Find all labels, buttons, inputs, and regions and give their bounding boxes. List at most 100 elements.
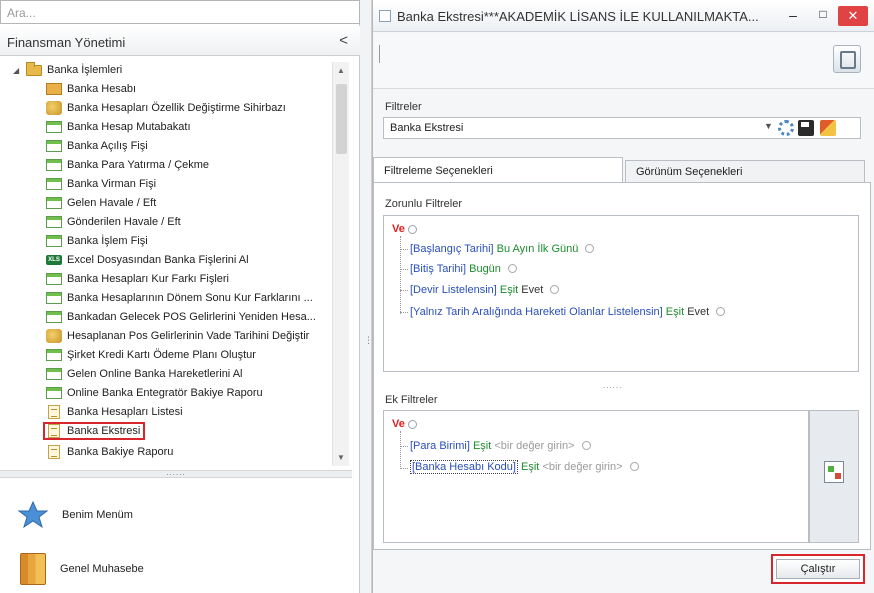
window-icon — [379, 10, 391, 22]
scroll-down-icon[interactable]: ▼ — [337, 453, 345, 462]
tree-item[interactable]: Bankadan Gelecek POS Gelirlerini Yeniden… — [46, 308, 316, 326]
filter-splitter[interactable]: ...... — [603, 381, 622, 390]
condition-row[interactable]: [Banka Hesabı Kodu] Eşit <bir değer giri… — [410, 460, 639, 474]
expand-arrow-icon[interactable]: ◢ — [13, 66, 19, 75]
account-icon — [46, 83, 62, 95]
extra-filter-editor[interactable]: Ve [Para Birimi] Eşit <bir değer girin> … — [383, 410, 809, 543]
tree-item[interactable]: Gelen Online Banka Hareketlerini Al — [46, 365, 242, 383]
toolbar-grip — [379, 45, 380, 63]
form-icon — [46, 349, 62, 361]
remove-condition-icon[interactable] — [550, 285, 560, 294]
tree-item[interactable]: Hesaplanan Pos Gelirlerinin Vade Tarihin… — [46, 327, 309, 345]
section-header[interactable]: Finansman Yönetimi < — [0, 26, 360, 56]
menu-benim-menum[interactable]: Benim Menüm — [0, 493, 352, 537]
mandatory-filters-label: Zorunlu Filtreler — [385, 198, 463, 210]
scroll-thumb[interactable] — [336, 84, 347, 154]
ve-operator[interactable]: Ve — [392, 223, 405, 235]
checklist-icon[interactable] — [824, 461, 844, 483]
tree-item[interactable]: Gönderilen Havale / Eft — [46, 213, 181, 231]
tree-item[interactable]: Şirket Kredi Kartı Ödeme Planı Oluştur — [46, 346, 256, 364]
tree-item[interactable]: Banka Hesapları Listesi — [46, 403, 183, 421]
run-button[interactable]: Çalıştır — [776, 559, 860, 579]
navigation-panel: Ara... Finansman Yönetimi < ◢ Banka İşle… — [0, 0, 360, 593]
scroll-up-icon[interactable]: ▲ — [337, 66, 345, 75]
tree-item[interactable]: Banka İşlem Fişi — [46, 232, 148, 250]
tree-item[interactable]: Banka Hesap Mutabakatı — [46, 118, 191, 136]
tree-item[interactable]: Banka Hesaplarının Dönem Sonu Kur Farkla… — [46, 289, 313, 307]
form-icon — [46, 273, 62, 285]
tree-item[interactable]: Online Banka Entegratör Bakiye Raporu — [46, 384, 263, 402]
condition-row[interactable]: [Başlangıç Tarihi] Bu Ayın İlk Günü — [410, 243, 595, 255]
window-title: Banka Ekstresi***AKADEMİK LİSANS İLE KUL… — [397, 9, 759, 24]
close-button[interactable]: ✕ — [838, 6, 868, 26]
maximize-button[interactable]: □ — [814, 7, 832, 25]
tree-scrollbar[interactable]: ▲ ▼ — [332, 62, 349, 466]
panel-splitter[interactable]: ...... — [0, 469, 352, 478]
menu-tree: ◢ Banka İşlemleri Banka Hesabı Banka Hes… — [0, 58, 352, 468]
condition-row[interactable]: [Devir Listelensin] Eşit Evet — [410, 284, 560, 296]
remove-condition-icon[interactable] — [585, 244, 595, 253]
condition-row[interactable]: [Bitiş Tarihi] Bugün — [410, 263, 517, 275]
window-toolbar — [373, 33, 874, 89]
tree-item[interactable]: Banka Hesapları Özellik Değiştirme Sihir… — [46, 99, 286, 117]
report-window: Banka Ekstresi***AKADEMİK LİSANS İLE KUL… — [372, 0, 874, 593]
gear-icon[interactable] — [778, 120, 794, 136]
extra-filters-label: Ek Filtreler — [385, 394, 438, 406]
tree-root-banka-islemleri[interactable]: Banka İşlemleri — [26, 61, 122, 79]
form-icon — [46, 159, 62, 171]
form-icon — [46, 197, 62, 209]
filters-label: Filtreler — [385, 101, 422, 113]
list-icon — [48, 445, 60, 459]
filter-select[interactable]: Banka Ekstresi ▼ — [383, 117, 861, 139]
wizard-icon — [46, 101, 62, 115]
remove-condition-icon[interactable] — [581, 441, 591, 450]
form-icon — [46, 178, 62, 190]
section-title: Finansman Yönetimi — [7, 35, 126, 50]
tree-item[interactable]: Banka Hesabı — [46, 80, 136, 98]
tree-item[interactable]: Banka Açılış Fişi — [46, 137, 148, 155]
save-icon[interactable] — [798, 120, 814, 136]
tab-gorunum-secenekleri[interactable]: Görünüm Seçenekleri — [625, 160, 865, 183]
tab-strip: Filtreleme Seçenekleri Görünüm Seçenekle… — [373, 157, 874, 183]
form-icon — [46, 216, 62, 228]
remove-condition-icon[interactable] — [507, 264, 517, 273]
add-condition-icon[interactable] — [408, 420, 417, 429]
list-icon — [48, 405, 60, 419]
star-icon — [18, 500, 48, 529]
tree-item[interactable]: Banka Para Yatırma / Çekme — [46, 156, 209, 174]
tree-item[interactable]: Banka Bakiye Raporu — [46, 443, 173, 461]
remove-condition-icon[interactable] — [716, 307, 726, 316]
wizard-icon — [46, 329, 62, 343]
collapse-icon[interactable]: < — [339, 32, 348, 49]
remove-condition-icon[interactable] — [629, 462, 639, 471]
tree-item[interactable]: XLS Excel Dosyasından Banka Fişlerini Al — [46, 251, 249, 269]
tree-item[interactable]: Gelen Havale / Eft — [46, 194, 156, 212]
excel-icon: XLS — [46, 255, 62, 265]
filter-select-value: Banka Ekstresi — [390, 122, 464, 134]
report-design-icon[interactable] — [833, 45, 861, 73]
form-icon — [46, 121, 62, 133]
filter-side-panel — [809, 410, 859, 543]
add-condition-icon[interactable] — [408, 225, 417, 234]
menu-genel-muhasebe[interactable]: Genel Muhasebe — [0, 547, 352, 591]
condition-row[interactable]: [Para Birimi] Eşit <bir değer girin> — [410, 440, 591, 452]
folder-icon — [26, 61, 42, 76]
minimize-button[interactable]: – — [784, 7, 802, 25]
window-titlebar[interactable]: Banka Ekstresi***AKADEMİK LİSANS İLE KUL… — [373, 0, 874, 32]
run-button-highlight[interactable]: Çalıştır — [771, 554, 865, 584]
ve-operator[interactable]: Ve — [392, 418, 405, 430]
tree-item[interactable]: Banka Virman Fişi — [46, 175, 156, 193]
tree-item-selected[interactable]: Banka Ekstresi — [43, 422, 146, 440]
form-icon — [46, 292, 62, 304]
chevron-down-icon[interactable]: ▼ — [764, 121, 773, 131]
tree-item[interactable]: Banka Hesapları Kur Farkı Fişleri — [46, 270, 229, 288]
list-icon — [48, 424, 60, 438]
form-icon — [46, 368, 62, 380]
tab-filtreleme-secenekleri[interactable]: Filtreleme Seçenekleri — [373, 157, 623, 183]
condition-row[interactable]: [Yalnız Tarih Aralığında Hareketi Olanla… — [410, 306, 726, 318]
vertical-splitter[interactable]: ⋮ — [360, 0, 373, 593]
tools-icon[interactable] — [820, 120, 836, 136]
search-input[interactable]: Ara... — [0, 0, 360, 24]
mandatory-filter-editor[interactable]: Ve [Başlangıç Tarihi] Bu Ayın İlk Günü [… — [383, 215, 859, 372]
form-icon — [46, 140, 62, 152]
